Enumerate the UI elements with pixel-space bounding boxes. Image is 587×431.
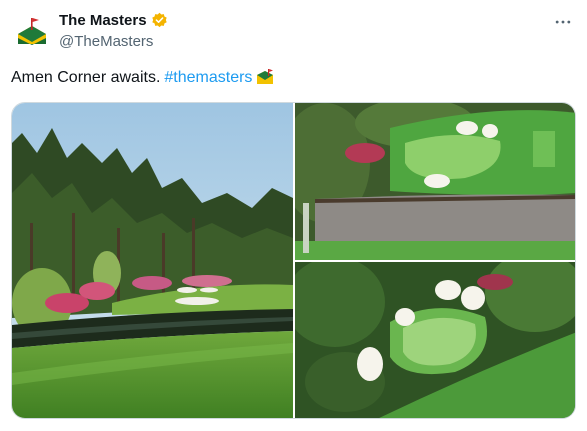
tweet-header: The Masters @TheMasters <box>12 10 575 54</box>
aerial-hole-photo[interactable] <box>295 262 575 418</box>
user-handle[interactable]: @TheMasters <box>59 33 153 50</box>
golf-course-photo[interactable] <box>12 103 293 418</box>
media-grid <box>11 102 576 419</box>
green-jacket-icon <box>254 69 276 87</box>
name-row: The Masters <box>59 12 168 29</box>
aerial-green-photo[interactable] <box>295 103 575 260</box>
more-options-icon[interactable] <box>551 10 575 34</box>
avatar[interactable] <box>12 14 52 54</box>
tweet-body: Amen Corner awaits. <box>11 69 161 86</box>
display-name[interactable]: The Masters <box>59 12 147 29</box>
verified-badge-icon <box>151 12 168 29</box>
tweet-text: Amen Corner awaits. #themasters <box>11 68 276 88</box>
masters-flag-logo-icon <box>18 18 46 45</box>
hashtag-link[interactable]: #themasters <box>164 68 252 88</box>
